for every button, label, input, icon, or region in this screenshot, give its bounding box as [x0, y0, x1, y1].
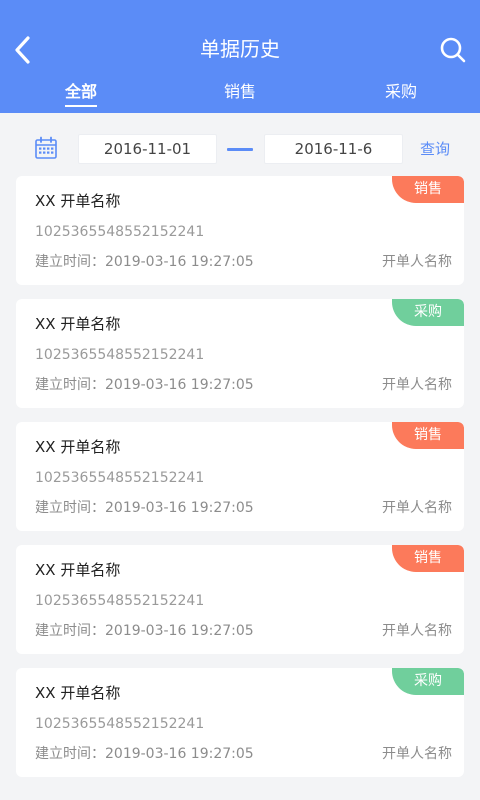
calendar-button[interactable] [34, 136, 58, 160]
page-title: 单据历史 [200, 37, 280, 61]
tab-active-underline [64, 105, 98, 107]
record-created-time: 建立时间：2019-03-16 19:27:05 [35, 497, 254, 519]
record-card[interactable]: XX 开单名称 1025365548552152241 建立时间：2019-03… [16, 668, 464, 777]
date-filter-bar: 2016-11-01 2016-11-6 查询 [0, 113, 480, 179]
created-time-label: 建立时间： [35, 746, 105, 762]
record-code: 1025365548552152241 [35, 347, 205, 363]
record-card[interactable]: XX 开单名称 1025365548552152241 建立时间：2019-03… [16, 422, 464, 531]
record-card[interactable]: XX 开单名称 1025365548552152241 建立时间：2019-03… [16, 176, 464, 285]
calendar-icon [35, 136, 57, 159]
record-created-time: 建立时间：2019-03-16 19:27:05 [35, 620, 254, 642]
created-time-value: 2019-03-16 19:27:05 [105, 623, 254, 639]
record-creator: 开单人名称 [382, 254, 452, 270]
end-date-field[interactable]: 2016-11-6 [264, 134, 403, 164]
record-type-badge: 销售 [392, 176, 464, 203]
record-code: 1025365548552152241 [35, 470, 205, 486]
tab-all[interactable]: 全部 [64, 80, 98, 107]
created-time-label: 建立时间： [35, 254, 105, 270]
record-type-badge: 销售 [392, 545, 464, 572]
app-header: 单据历史 全部 销售 采购 [0, 0, 480, 113]
record-card[interactable]: XX 开单名称 1025365548552152241 建立时间：2019-03… [16, 299, 464, 408]
created-time-value: 2019-03-16 19:27:05 [105, 377, 254, 393]
created-time-value: 2019-03-16 19:27:05 [105, 746, 254, 762]
record-name: XX 开单名称 [35, 315, 121, 333]
record-creator: 开单人名称 [382, 500, 452, 516]
record-code: 1025365548552152241 [35, 224, 205, 240]
record-type-badge: 采购 [392, 299, 464, 326]
search-button[interactable] [436, 32, 470, 68]
record-creator: 开单人名称 [382, 623, 452, 639]
record-card[interactable]: XX 开单名称 1025365548552152241 建立时间：2019-03… [16, 545, 464, 654]
tab-sales-label: 销售 [223, 82, 257, 101]
record-name: XX 开单名称 [35, 684, 121, 702]
tab-bar: 全部 销售 采购 [0, 80, 480, 113]
record-created-time: 建立时间：2019-03-16 19:27:05 [35, 743, 254, 765]
record-created-time: 建立时间：2019-03-16 19:27:05 [35, 374, 254, 396]
record-name: XX 开单名称 [35, 438, 121, 456]
record-name: XX 开单名称 [35, 561, 121, 579]
tab-purchase-label: 采购 [384, 82, 418, 101]
start-date-field[interactable]: 2016-11-01 [78, 134, 217, 164]
created-time-value: 2019-03-16 19:27:05 [105, 500, 254, 516]
record-created-time: 建立时间：2019-03-16 19:27:05 [35, 251, 254, 273]
record-type-badge: 销售 [392, 422, 464, 449]
record-name: XX 开单名称 [35, 192, 121, 210]
created-time-label: 建立时间： [35, 377, 105, 393]
record-creator: 开单人名称 [382, 377, 452, 393]
tab-purchase[interactable]: 采购 [385, 80, 417, 104]
record-type-badge: 采购 [392, 668, 464, 695]
search-icon [440, 37, 466, 63]
record-code: 1025365548552152241 [35, 716, 205, 732]
created-time-label: 建立时间： [35, 500, 105, 516]
query-button[interactable]: 查询 [420, 137, 450, 161]
created-time-value: 2019-03-16 19:27:05 [105, 254, 254, 270]
tab-all-label: 全部 [64, 82, 98, 101]
created-time-label: 建立时间： [35, 623, 105, 639]
date-range-separator [227, 148, 253, 151]
record-creator: 开单人名称 [382, 746, 452, 762]
tab-sales[interactable]: 销售 [224, 80, 256, 104]
record-code: 1025365548552152241 [35, 593, 205, 609]
